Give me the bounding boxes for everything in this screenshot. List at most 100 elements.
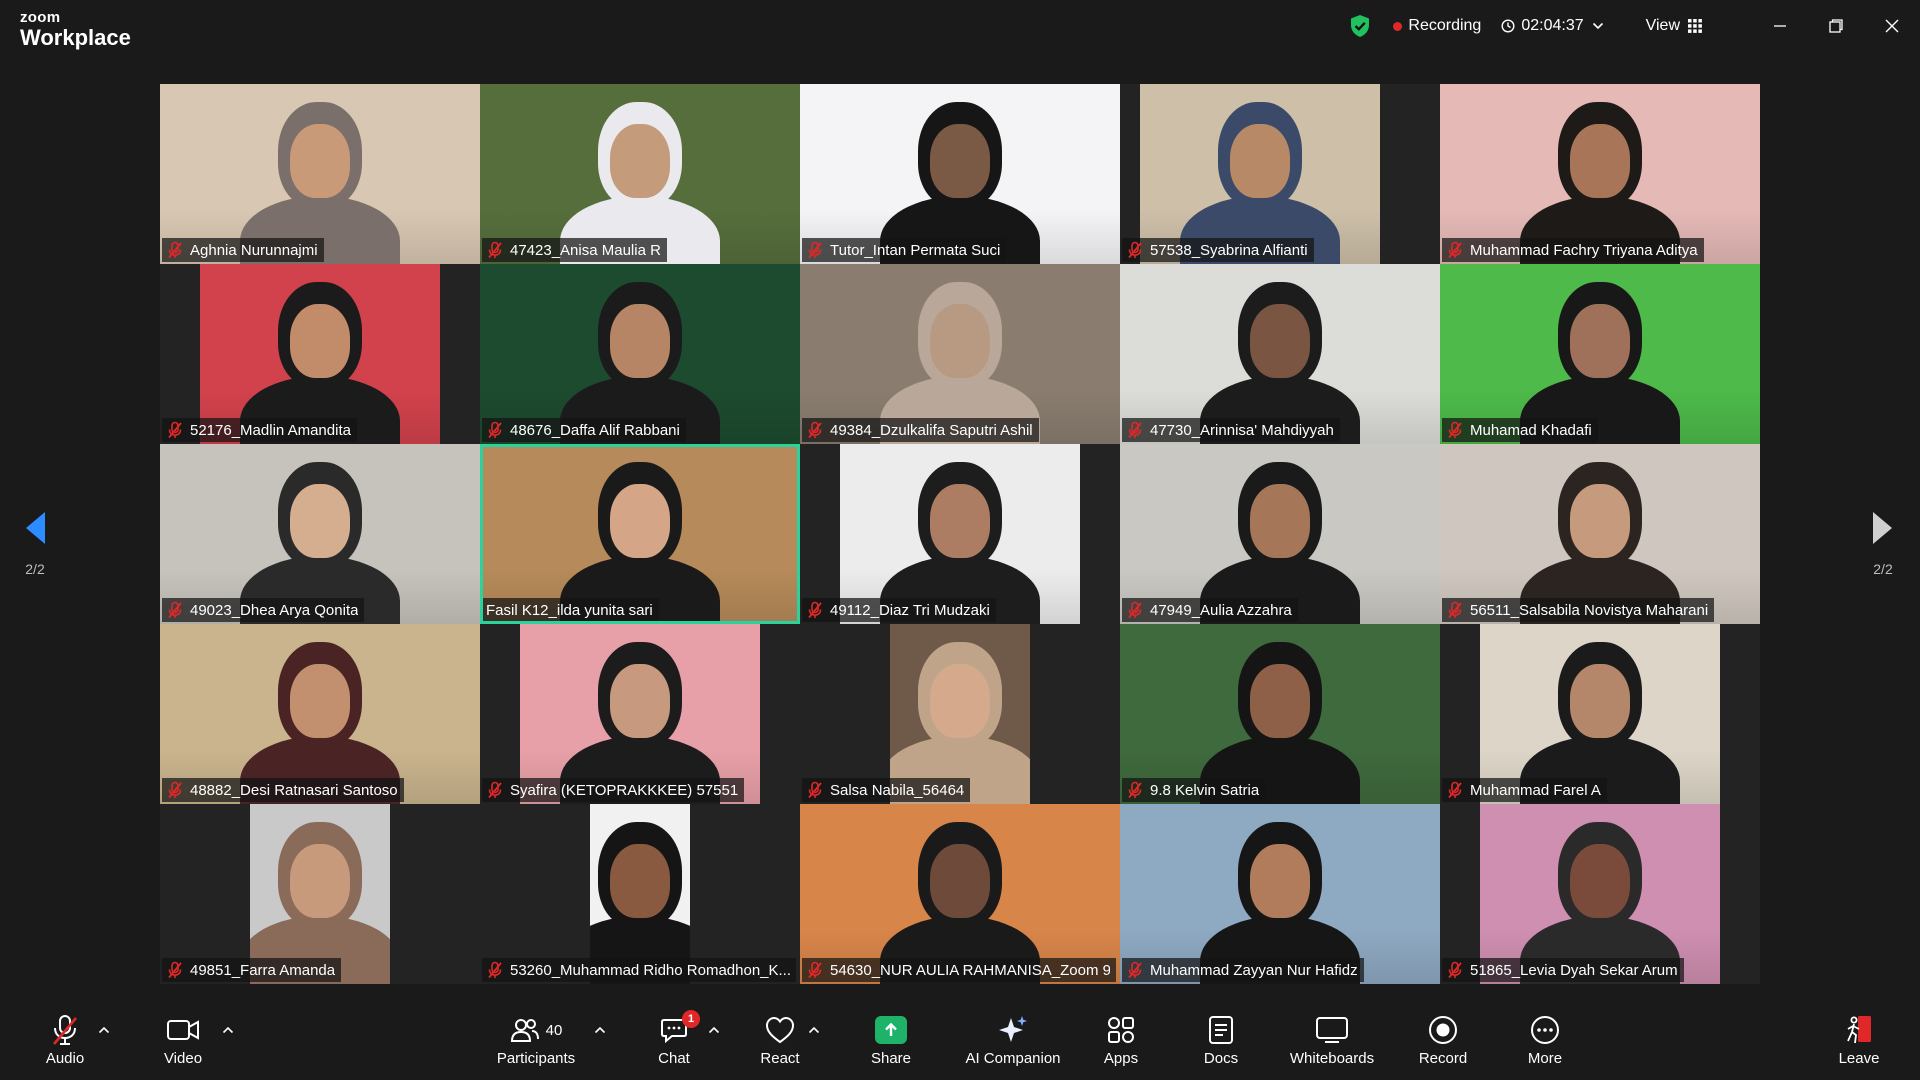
participant-video-tile[interactable]: 49112_Diaz Tri Mudzaki [800, 444, 1120, 624]
video-button[interactable]: Video [158, 1012, 208, 1076]
leave-button[interactable]: Leave [1836, 1012, 1882, 1076]
timer-value: 02:04:37 [1521, 17, 1584, 34]
participants-options-chevron-icon[interactable] [594, 1026, 606, 1034]
whiteboards-button[interactable]: Whiteboards [1286, 1012, 1378, 1076]
participant-video-feed [520, 624, 760, 804]
participant-face [610, 304, 670, 378]
participant-face [290, 484, 350, 558]
muted-microphone-icon [168, 421, 182, 439]
audio-options-chevron-icon[interactable] [98, 1026, 110, 1034]
participant-name: Salsa Nabila_56464 [830, 781, 965, 799]
whiteboards-label: Whiteboards [1289, 1050, 1375, 1067]
recording-dot-icon [1393, 21, 1403, 31]
arrow-right-icon[interactable] [1871, 510, 1895, 546]
muted-microphone-icon [1448, 601, 1462, 619]
participant-name-bar: Fasil K12_ilda yunita sari [482, 598, 659, 622]
chat-label: Chat [658, 1050, 690, 1067]
clock-icon [1501, 19, 1515, 33]
ai-sparkle-icon [999, 1016, 1027, 1042]
react-options-chevron-icon[interactable] [808, 1026, 820, 1034]
participant-video-feed [1120, 624, 1440, 804]
chat-button[interactable]: 1 Chat [654, 1010, 700, 1076]
more-button[interactable]: More [1524, 1012, 1566, 1076]
participant-video-tile[interactable]: 47949_Aulia Azzahra [1120, 444, 1440, 624]
participant-video-tile[interactable]: 49384_Dzulkalifa Saputri Ashil [800, 264, 1120, 444]
restore-button[interactable] [1808, 0, 1864, 52]
participant-video-tile[interactable]: Syafira (KETOPRAKKKEE) 57551 [480, 624, 800, 804]
participant-video-tile[interactable]: 56511_Salsabila Novistya Maharani [1440, 444, 1760, 624]
previous-page-control[interactable]: 2/2 [10, 510, 60, 577]
participant-video-tile[interactable]: Muhammad Zayyan Nur Hafidz [1120, 804, 1440, 984]
logo-zoom-text: zoom [20, 9, 61, 26]
participant-video-tile[interactable]: Fasil K12_ilda yunita sari [480, 444, 800, 624]
chat-options-chevron-icon[interactable] [708, 1026, 720, 1034]
apps-button[interactable]: Apps [1100, 1012, 1142, 1076]
audio-label: Audio [45, 1050, 85, 1067]
participant-video-feed [160, 84, 480, 264]
react-button[interactable]: React [758, 1012, 802, 1076]
participant-video-tile[interactable]: Aghnia Nurunnajmi [160, 84, 480, 264]
participant-name-bar: 47949_Aulia Azzahra [1122, 598, 1298, 622]
next-page-control[interactable]: 2/2 [1858, 510, 1908, 577]
meeting-timer[interactable]: 02:04:37 [1501, 17, 1609, 35]
participant-video-tile[interactable]: 9.8 Kelvin Satria [1120, 624, 1440, 804]
close-button[interactable] [1864, 0, 1920, 52]
participant-video-tile[interactable]: 54630_NUR AULIA RAHMANISA_Zoom 9 [800, 804, 1120, 984]
participant-name-bar: 47423_Anisa Maulia R [482, 238, 667, 262]
participant-video-feed [200, 264, 440, 444]
participant-video-tile[interactable]: 52176_Madlin Amandita [160, 264, 480, 444]
participant-video-tile[interactable]: 47730_Arinnisa' Mahdiyyah [1120, 264, 1440, 444]
recording-indicator[interactable]: Recording [1393, 17, 1481, 35]
participant-video-tile[interactable]: Tutor_Intan Permata Suci [800, 84, 1120, 264]
participant-video-tile[interactable]: 49851_Farra Amanda [160, 804, 480, 984]
view-button[interactable]: View [1646, 17, 1702, 35]
muted-microphone-icon [53, 1015, 77, 1045]
participant-video-tile[interactable]: 48676_Daffa Alif Rabbani [480, 264, 800, 444]
participant-name-bar: 49384_Dzulkalifa Saputri Ashil [802, 418, 1039, 442]
docs-label: Docs [1203, 1050, 1239, 1067]
participant-video-tile[interactable]: 48882_Desi Ratnasari Santoso [160, 624, 480, 804]
share-button[interactable]: Share [868, 1012, 914, 1076]
apps-label: Apps [1103, 1050, 1139, 1067]
participant-name-bar: 54630_NUR AULIA RAHMANISA_Zoom 9 [802, 958, 1116, 982]
participant-face [1230, 124, 1290, 198]
participant-video-tile[interactable]: Muhammad Farel A [1440, 624, 1760, 804]
zoom-workplace-logo: zoom Workplace [20, 10, 131, 49]
minimize-button[interactable] [1752, 0, 1808, 52]
participants-button[interactable]: 40 Participants [494, 1012, 578, 1076]
react-label: React [760, 1050, 800, 1067]
participant-video-tile[interactable]: 49023_Dhea Arya Qonita [160, 444, 480, 624]
participant-face [290, 124, 350, 198]
participant-video-tile[interactable]: Salsa Nabila_56464 [800, 624, 1120, 804]
video-options-chevron-icon[interactable] [222, 1026, 234, 1034]
participant-name-bar: 52176_Madlin Amandita [162, 418, 357, 442]
participant-video-tile[interactable]: 51865_Levia Dyah Sekar Arum [1440, 804, 1760, 984]
ai-companion-button[interactable]: AI Companion [960, 1012, 1066, 1076]
participant-video-tile[interactable]: 53260_Muhammad Ridho Romadhon_K... [480, 804, 800, 984]
muted-microphone-icon [1128, 601, 1142, 619]
participant-name: 48676_Daffa Alif Rabbani [510, 421, 680, 439]
participant-video-tile[interactable]: 57538_Syabrina Alfianti [1120, 84, 1440, 264]
participant-face [930, 844, 990, 918]
participant-name: 49023_Dhea Arya Qonita [190, 601, 359, 619]
participant-name-bar: Muhammad Farel A [1442, 778, 1607, 802]
participant-video-tile[interactable]: 47423_Anisa Maulia R [480, 84, 800, 264]
arrow-left-icon[interactable] [23, 510, 47, 546]
participant-video-feed [480, 444, 800, 624]
participant-video-tile[interactable]: Muhamad Khadafi [1440, 264, 1760, 444]
participants-label: Participants [496, 1050, 576, 1067]
participant-video-tile[interactable]: Muhammad Fachry Triyana Aditya [1440, 84, 1760, 264]
more-options-icon [1531, 1016, 1559, 1044]
record-button[interactable]: Record [1418, 1012, 1468, 1076]
video-label: Video [163, 1050, 203, 1067]
docs-button[interactable]: Docs [1200, 1012, 1242, 1076]
participant-face [1570, 844, 1630, 918]
participant-face [1570, 124, 1630, 198]
participant-name: Tutor_Intan Permata Suci [830, 241, 1001, 259]
participant-name: Muhammad Fachry Triyana Aditya [1470, 241, 1698, 259]
participant-face [610, 844, 670, 918]
audio-button[interactable]: Audio [40, 1012, 90, 1076]
security-shield-icon[interactable] [1349, 14, 1371, 38]
participant-video-feed [1480, 804, 1720, 984]
muted-microphone-icon [808, 421, 822, 439]
